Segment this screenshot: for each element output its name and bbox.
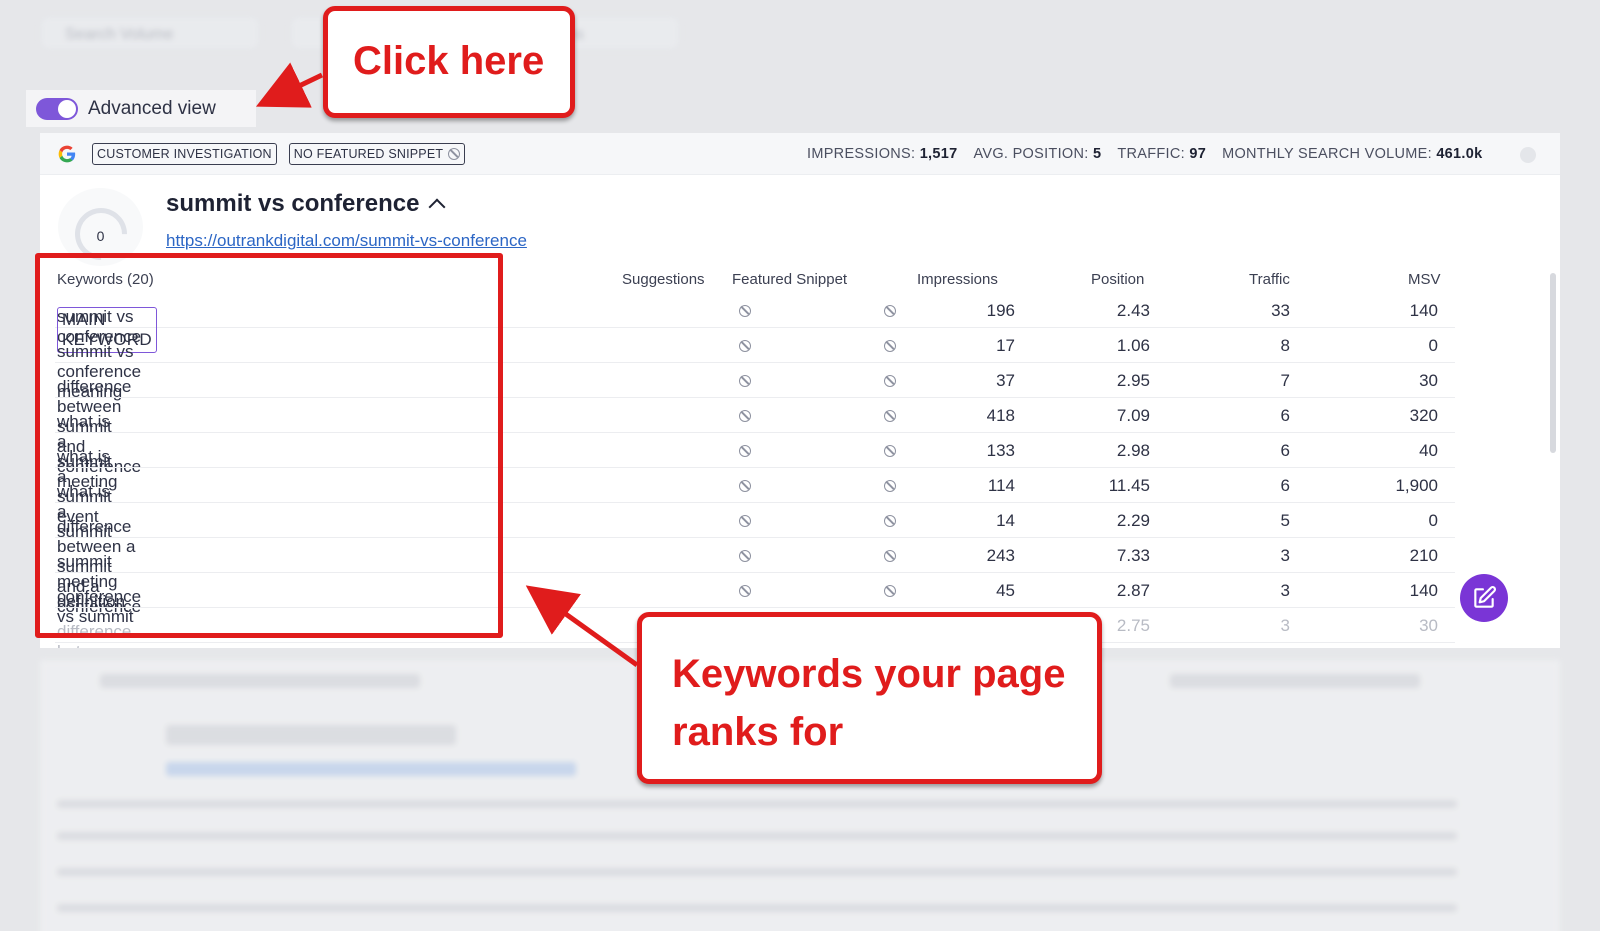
arrow-to-keywords: [525, 585, 639, 668]
annotation-arrows: [255, 62, 639, 668]
arrow-to-toggle: [255, 62, 324, 108]
